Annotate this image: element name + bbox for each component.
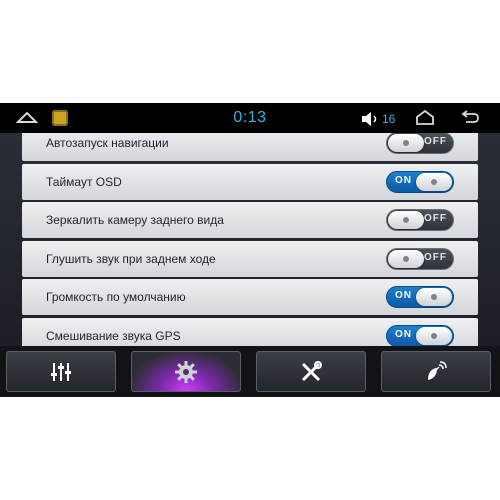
equalizer-icon bbox=[51, 362, 71, 381]
setting-row-mirror-rear-camera[interactable]: Зеркалить камеру заднего вида OFF bbox=[22, 202, 478, 238]
tab-satellite[interactable] bbox=[381, 351, 491, 392]
toggle-switch[interactable]: ON bbox=[386, 325, 454, 346]
toggle-knob bbox=[416, 327, 452, 345]
setting-row-default-volume[interactable]: Громкость по умолчанию ON bbox=[22, 279, 478, 315]
toggle-state: OFF bbox=[424, 213, 447, 224]
toggle-state: OFF bbox=[424, 252, 447, 263]
home-outline-icon[interactable] bbox=[414, 108, 436, 128]
toggle-state: ON bbox=[395, 290, 412, 301]
tab-equalizer[interactable] bbox=[6, 351, 116, 392]
speaker-icon bbox=[362, 112, 377, 126]
volume-indicator: 16 bbox=[360, 110, 395, 128]
toggle-switch[interactable]: ON bbox=[386, 286, 454, 308]
volume-value: 16 bbox=[382, 112, 396, 126]
setting-row-gps-sound-mixing[interactable]: Смешивание звука GPS ON bbox=[22, 318, 478, 346]
toggle-knob bbox=[388, 134, 424, 152]
tools-icon bbox=[301, 360, 322, 381]
toggle-state: OFF bbox=[424, 136, 447, 147]
setting-row-osd-timeout[interactable]: Таймаут OSD ON bbox=[22, 164, 478, 200]
setting-label: Зеркалить камеру заднего вида bbox=[46, 213, 224, 227]
bottom-tab-bar bbox=[0, 346, 500, 397]
setting-label: Громкость по умолчанию bbox=[46, 290, 186, 304]
toggle-knob bbox=[416, 288, 452, 306]
toggle-switch[interactable]: ON bbox=[386, 171, 454, 193]
toggle-knob bbox=[388, 211, 424, 229]
toggle-switch[interactable]: OFF bbox=[386, 248, 454, 270]
satellite-icon bbox=[428, 360, 447, 380]
setting-row-mute-on-reverse[interactable]: Глушить звук при заднем ходе OFF bbox=[22, 241, 478, 277]
setting-label: Автозапуск навигации bbox=[46, 136, 169, 150]
tab-settings[interactable] bbox=[131, 351, 241, 392]
setting-label: Смешивание звука GPS bbox=[46, 329, 181, 343]
settings-list[interactable]: Автозапуск навигации OFF Таймаут OSD ON … bbox=[0, 133, 500, 346]
back-arrow-icon[interactable] bbox=[458, 108, 480, 128]
toggle-knob bbox=[388, 250, 424, 268]
toggle-switch[interactable]: OFF bbox=[386, 209, 454, 231]
setting-row-autostart-navigation[interactable]: Автозапуск навигации OFF bbox=[22, 133, 478, 161]
toggle-state: ON bbox=[395, 175, 412, 186]
status-bar: 0:13 16 bbox=[0, 103, 500, 133]
device-screen: 0:13 16 Автозапуск навигации OFF Таймаут… bbox=[0, 103, 500, 397]
tab-tools[interactable] bbox=[256, 351, 366, 392]
setting-label: Таймаут OSD bbox=[46, 175, 122, 189]
gear-icon bbox=[175, 360, 197, 383]
toggle-knob bbox=[416, 173, 452, 191]
toggle-switch[interactable]: OFF bbox=[386, 133, 454, 154]
setting-label: Глушить звук при заднем ходе bbox=[46, 252, 216, 266]
toggle-state: ON bbox=[395, 329, 412, 340]
